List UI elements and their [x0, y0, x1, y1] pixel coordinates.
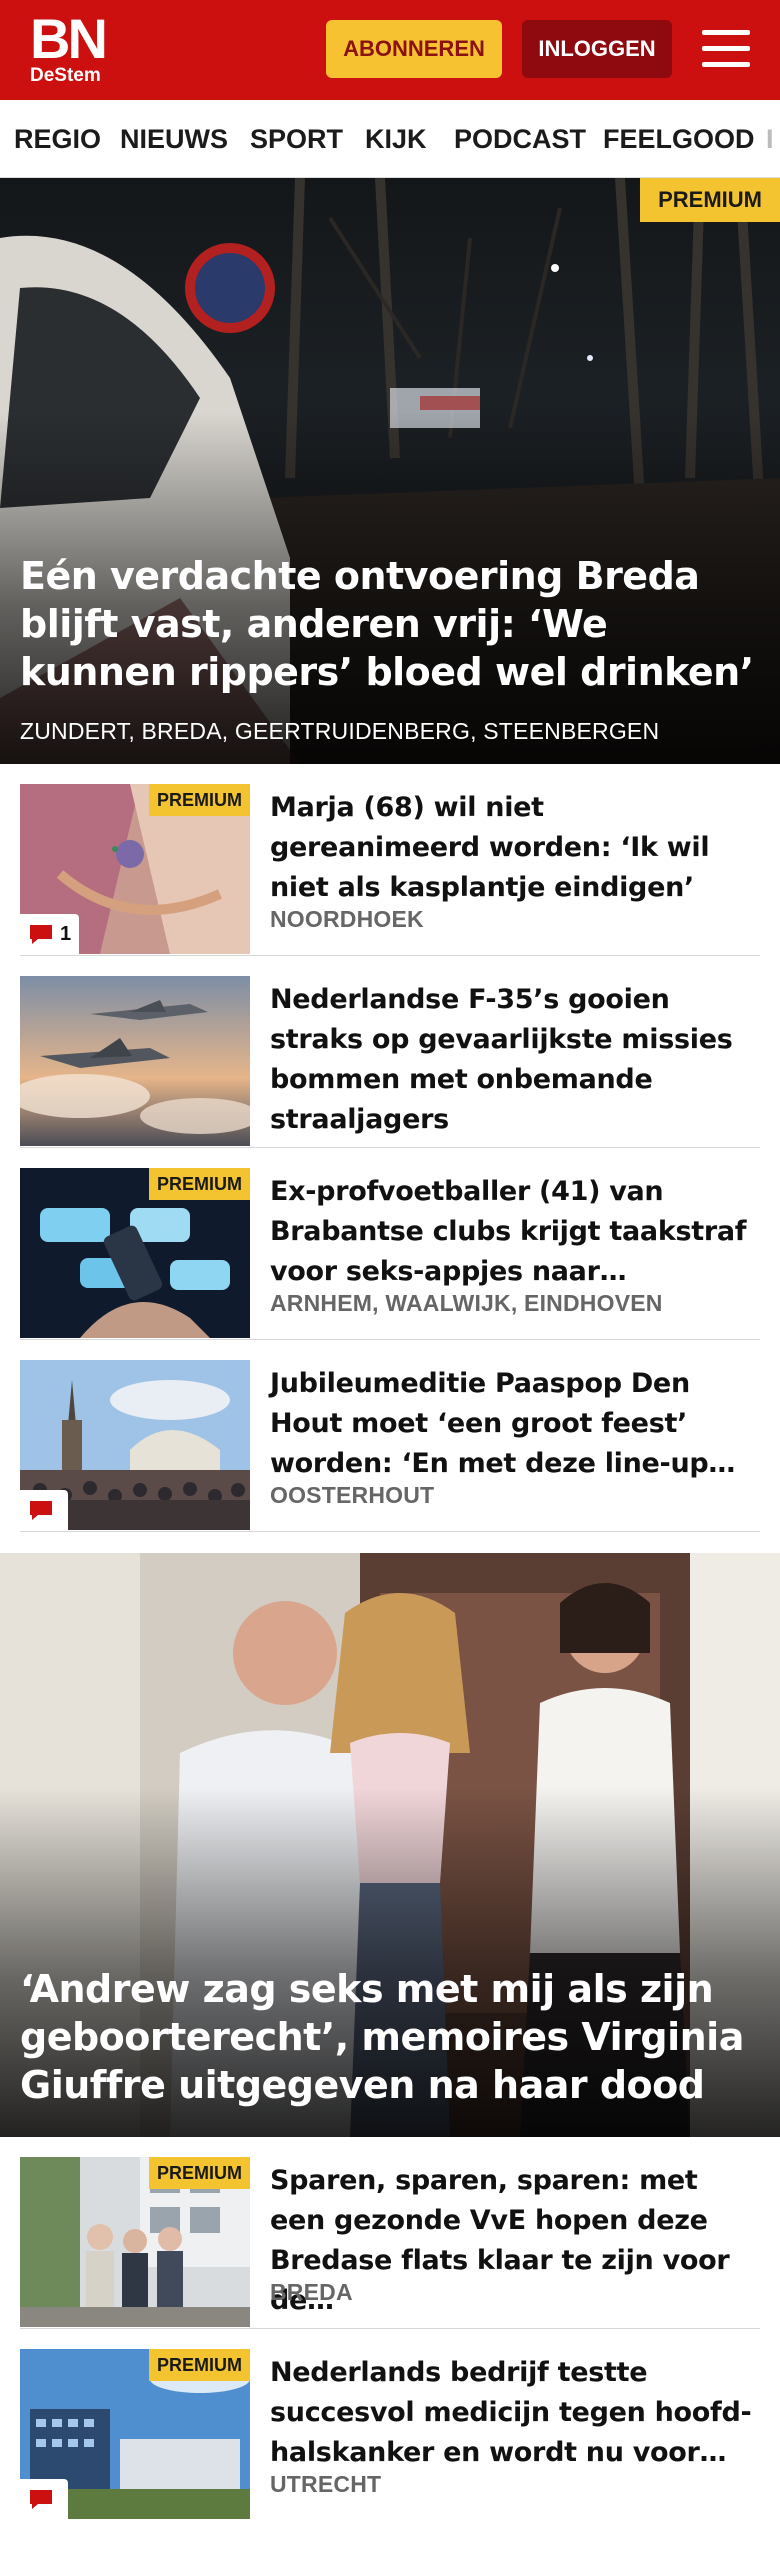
article-location-tag: UTRECHT — [270, 2471, 382, 2497]
article-row[interactable]: Nederlandse F-35’s gooien straks op geva… — [20, 956, 760, 1148]
comment-badge[interactable] — [20, 1490, 68, 1530]
top-header: BN DeStem ABONNEREN INLOGGEN — [0, 0, 780, 100]
site-logo[interactable]: BN DeStem — [30, 7, 108, 86]
premium-badge: PREMIUM — [149, 784, 250, 816]
article-thumbnail — [20, 976, 250, 1146]
article-title[interactable]: Nederlands bedrijf testte succesvol medi… — [270, 2353, 760, 2473]
hero-article-1[interactable]: PREMIUM Eén verdachte ontvoering Breda b… — [0, 178, 780, 764]
article-location-tag: NOORDHOEK — [270, 906, 424, 932]
comment-badge[interactable] — [20, 2479, 68, 2519]
hero-2-title[interactable]: ‘Andrew zag seks met mij als zijn geboor… — [20, 1965, 760, 2109]
article-thumbnail: PREMIUM — [20, 1168, 250, 1338]
article-thumbnail — [20, 1360, 250, 1530]
section-nav: REGIO NIEUWS SPORT KIJK PODCAST FEELGOOD… — [0, 100, 780, 178]
comment-icon — [30, 925, 52, 944]
article-row[interactable]: Jubileumeditie Paaspop Den Hout moet ‘ee… — [20, 1340, 760, 1532]
article-location-tag: BREDA — [270, 2279, 353, 2305]
article-title[interactable]: Jubileumeditie Paaspop Den Hout moet ‘ee… — [270, 1364, 760, 1484]
hero-1-title[interactable]: Eén verdachte ontvoering Breda blijft va… — [20, 552, 760, 696]
premium-badge: PREMIUM — [149, 2157, 250, 2189]
premium-badge: PREMIUM — [149, 1168, 250, 1200]
article-location-tag: ARNHEM, WAALWIJK, EINDHOVEN — [270, 1290, 663, 1316]
hero-1-location-tag: ZUNDERT, BREDA, GEERTRUIDENBERG, STEENBE… — [20, 718, 660, 744]
premium-badge: PREMIUM — [149, 2349, 250, 2381]
comment-icon — [30, 2490, 52, 2509]
nav-item-kijk[interactable]: KIJK — [365, 100, 427, 177]
comment-icon — [30, 1501, 52, 1520]
article-row[interactable]: PREMIUM Nederlands bedrijf testte succes… — [20, 2329, 760, 2521]
premium-badge: PREMIUM — [640, 178, 780, 222]
article-location-tag: OOSTERHOUT — [270, 1482, 435, 1508]
article-row[interactable]: PREMIUM Sparen, sparen, sparen: met een … — [20, 2137, 760, 2329]
article-row[interactable]: PREMIUM 1 Marja (68) wil niet gereanimee… — [20, 764, 760, 956]
logo-sub: DeStem — [30, 65, 101, 86]
login-button[interactable]: INLOGGEN — [522, 20, 672, 78]
nav-item-feelgood[interactable]: FEELGOOD — [603, 100, 755, 177]
nav-item-regio[interactable]: REGIO — [14, 100, 101, 177]
comment-badge[interactable]: 1 — [20, 914, 80, 954]
article-row[interactable]: PREMIUM Ex-profvoetballer (41) van Braba… — [20, 1148, 760, 1340]
nav-item-podcast[interactable]: PODCAST — [454, 100, 586, 177]
article-title[interactable]: Marja (68) wil niet gereanimeerd worden:… — [270, 788, 760, 908]
article-title[interactable]: Nederlandse F-35’s gooien straks op geva… — [270, 980, 760, 1140]
article-title[interactable]: Ex-profvoetballer (41) van Brabantse clu… — [270, 1172, 760, 1292]
nav-item-nieuws[interactable]: NIEUWS — [120, 100, 228, 177]
hero-article-2[interactable]: ‘Andrew zag seks met mij als zijn geboor… — [0, 1553, 780, 2137]
article-thumbnail: PREMIUM — [20, 2157, 250, 2327]
logo-main: BN — [30, 7, 108, 70]
nav-item-sport[interactable]: SPORT — [250, 100, 343, 177]
nav-item-overflow[interactable]: I — [766, 100, 774, 177]
article-thumbnail: PREMIUM 1 — [20, 784, 250, 954]
article-thumbnail: PREMIUM — [20, 2349, 250, 2519]
subscribe-button[interactable]: ABONNEREN — [326, 20, 502, 78]
comment-count: 1 — [60, 922, 72, 945]
hamburger-menu-icon[interactable] — [700, 26, 752, 72]
